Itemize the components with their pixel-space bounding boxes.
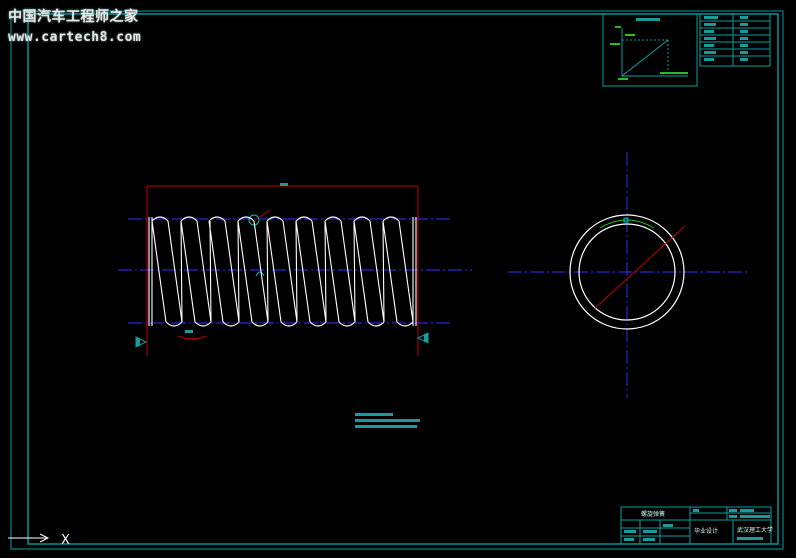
watermark-title: 中国汽车工程师之家 (8, 9, 139, 25)
cad-drawing-canvas[interactable]: 螺旋弹簧 毕业设计 武汉理工大学 X (0, 0, 796, 558)
technical-notes (355, 413, 420, 428)
watermark-url: www.cartech8.com (8, 30, 142, 45)
spring-side-view[interactable] (508, 152, 748, 398)
institution-name: 武汉理工大学 (737, 526, 773, 534)
part-name: 螺旋弹簧 (641, 510, 665, 518)
characteristic-diagram (602, 13, 698, 87)
spring-front-view[interactable] (118, 183, 472, 356)
design-label: 毕业设计 (694, 527, 718, 535)
ucs-x-label: X (61, 533, 70, 548)
parameter-table (699, 13, 771, 67)
spring-coils (148, 216, 417, 327)
drawing-frame (10, 10, 784, 550)
